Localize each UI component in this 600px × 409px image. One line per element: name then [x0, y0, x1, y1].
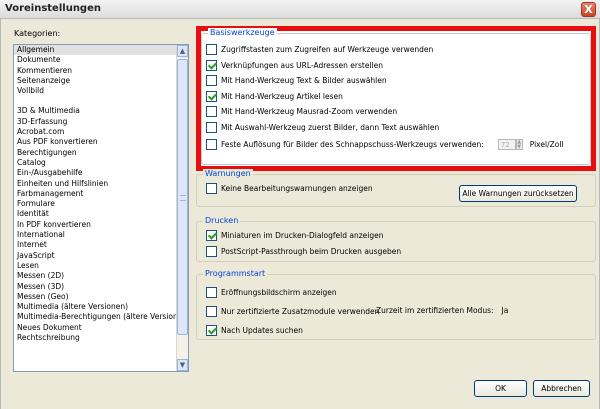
drucken-option-row: PostScript-Passthrough beim Drucken ausg…	[206, 245, 402, 257]
programmstart-option-row: Nur zertifizierte Zusatzmodule verwenden	[206, 306, 379, 317]
category-item[interactable]: Multimedia (ältere Versionen)	[14, 302, 177, 312]
category-item[interactable]: Formulare	[14, 199, 177, 209]
category-item[interactable]: 3D & Multimedia	[14, 106, 177, 116]
basiswerkzeuge-option-label: Verknüpfungen aus URL-Adressen erstellen	[221, 60, 384, 70]
scroll-up-icon[interactable]: ▲	[177, 45, 188, 57]
category-item[interactable]: Rechtschreibung	[14, 333, 177, 343]
categories-items: Allgemein Dokumente Kommentieren Seitenanze…	[14, 45, 188, 343]
category-item[interactable]: Catalog	[14, 158, 177, 168]
basiswerkzeuge-option-row: Mit Hand-Werkzeug Mausrad-Zoom verwenden	[206, 106, 397, 117]
basiswerkzeuge-option-checkbox[interactable]	[206, 44, 217, 55]
category-item[interactable]: Lesen	[14, 261, 177, 271]
category-item[interactable]: Messen (2D)	[14, 271, 177, 281]
categories-list[interactable]: Allgemein Dokumente Kommentieren Seitenanze…	[13, 44, 189, 372]
categories-scrollbar[interactable]: ▲ ▼	[176, 45, 188, 371]
scroll-thumb[interactable]	[177, 59, 188, 335]
programmstart-option-checkbox[interactable]	[206, 287, 217, 298]
basiswerkzeuge-option-checkbox[interactable]	[206, 106, 217, 117]
category-item[interactable]: 3D-Erfassung	[14, 117, 177, 127]
grip-icon	[180, 195, 186, 201]
programmstart-option-row: Eröffnungsbildschirm anzeigen	[206, 287, 337, 298]
resolution-unit: Pixel/Zoll	[529, 140, 564, 149]
title-bar: Voreinstellungen X	[0, 0, 600, 19]
programmstart-option-checkbox[interactable]	[206, 325, 217, 336]
category-item[interactable]: Vollbild	[14, 86, 177, 96]
cert-mode-row: Zurzeit im zertifizierten Modus: Ja	[376, 306, 508, 315]
category-item[interactable]: Farbmanagement	[14, 189, 177, 199]
cancel-button[interactable]: Abbrechen	[533, 380, 590, 397]
basiswerkzeuge-option-label: Zugriffstasten zum Zugreifen auf Werkzeu…	[221, 45, 434, 54]
category-item[interactable]: Aus PDF konvertieren	[14, 137, 177, 147]
basiswerkzeuge-option-checkbox[interactable]	[206, 75, 217, 86]
basiswerkzeuge-option-row: Zugriffstasten zum Zugreifen auf Werkzeu…	[206, 44, 433, 55]
close-button[interactable]: X	[581, 2, 596, 17]
basiswerkzeuge-title: Basiswerkzeuge	[208, 28, 277, 37]
warnungen-title: Warnungen	[203, 169, 253, 178]
drucken-option-label: PostScript-Passthrough beim Drucken ausg…	[221, 246, 402, 256]
category-item[interactable]: Neues Dokument	[14, 323, 177, 333]
basiswerkzeuge-option-label: Mit Auswahl-Werkzeug zuerst Bilder, dann…	[221, 122, 440, 132]
category-item[interactable]: Messen (3D)	[14, 282, 177, 292]
ok-button[interactable]: OK	[474, 380, 527, 397]
basiswerkzeuge-option-checkbox[interactable]	[206, 59, 217, 71]
scroll-down-icon[interactable]: ▼	[177, 359, 188, 371]
resolution-label: Feste Auflösung für Bilder des Schnappsc…	[221, 140, 484, 149]
drucken-option-label: Miniaturen im Drucken-Dialogfeld anzeige…	[221, 231, 384, 240]
basiswerkzeuge-option-checkbox[interactable]	[206, 121, 217, 133]
drucken-title: Drucken	[203, 216, 241, 225]
category-item[interactable]: Multimedia-Berechtigungen (ältere Versio…	[14, 312, 188, 322]
category-item[interactable]: Internet	[14, 240, 177, 250]
spinner-icon[interactable]: ▲ ▼	[515, 139, 523, 150]
category-item[interactable]: Seitenanzeige	[14, 76, 177, 86]
category-item[interactable]: In PDF konvertieren	[14, 220, 177, 230]
category-item[interactable]: Messen (Geo)	[14, 292, 177, 302]
drucken-option-checkbox[interactable]	[206, 230, 217, 241]
programmstart-option-label: Eröffnungsbildschirm anzeigen	[221, 288, 337, 297]
resolution-input[interactable]: 72	[497, 139, 516, 150]
programmstart-option-label: Nach Updates suchen	[221, 326, 303, 335]
category-item[interactable]: Dokumente	[14, 55, 177, 65]
basiswerkzeuge-option-label: Mit Hand-Werkzeug Artikel lesen	[221, 91, 343, 101]
categories-label: Kategorien:	[14, 29, 61, 38]
basiswerkzeuge-option-row: Mit Hand-Werkzeug Artikel lesen	[206, 90, 343, 102]
basiswerkzeuge-option-label: Mit Hand-Werkzeug Mausrad-Zoom verwenden	[221, 107, 398, 116]
category-item[interactable]: Berechtigungen	[14, 148, 177, 158]
basiswerkzeuge-option-row: Mit Hand-Werkzeug Text & Bilder auswähle…	[206, 75, 387, 86]
basiswerkzeuge-option-row: Verknüpfungen aus URL-Adressen erstellen	[206, 59, 384, 71]
no-edit-warnings-label: Keine Bearbeitungswarnungen anzeigen	[221, 184, 373, 193]
resolution-row: Feste Auflösung für Bilder des Schnappsc…	[206, 139, 564, 150]
close-icon: X	[584, 3, 593, 16]
category-item[interactable]: JavaScript	[14, 251, 177, 261]
basiswerkzeuge-option-row: Mit Auswahl-Werkzeug zuerst Bilder, dann…	[206, 121, 440, 133]
programmstart-option-row: Nach Updates suchen	[206, 325, 303, 336]
category-item[interactable]: Einheiten und Hilfslinien	[14, 179, 177, 189]
category-item[interactable]: Identität	[14, 209, 177, 219]
window-title: Voreinstellungen	[5, 3, 101, 14]
category-item[interactable]: Kommentieren	[14, 66, 177, 76]
category-item[interactable]: Allgemein	[14, 45, 177, 56]
category-item[interactable]: Acrobat.com	[14, 127, 177, 137]
category-item[interactable]: Ein-/Ausgabehilfe	[14, 168, 177, 178]
cert-mode-value: Ja	[501, 306, 509, 315]
basiswerkzeuge-option-checkbox[interactable]	[206, 90, 217, 102]
basiswerkzeuge-option-label: Mit Hand-Werkzeug Text & Bilder auswähle…	[221, 76, 387, 85]
resolution-checkbox[interactable]	[206, 139, 217, 150]
programmstart-option-checkbox[interactable]	[206, 306, 217, 317]
drucken-option-row: Miniaturen im Drucken-Dialogfeld anzeige…	[206, 230, 384, 241]
no-edit-warnings-checkbox[interactable]	[206, 183, 217, 194]
drucken-option-checkbox[interactable]	[206, 245, 217, 257]
programmstart-option-label: Nur zertifizierte Zusatzmodule verwenden	[221, 307, 380, 316]
category-item[interactable]: International	[14, 230, 177, 240]
programmstart-title: Programmstart	[203, 269, 268, 278]
warnungen-row: Keine Bearbeitungswarnungen anzeigen	[206, 183, 373, 194]
reset-warnings-button[interactable]: Alle Warnungen zurücksetzen	[459, 185, 577, 202]
cert-mode-label: Zurzeit im zertifizierten Modus:	[376, 306, 494, 315]
